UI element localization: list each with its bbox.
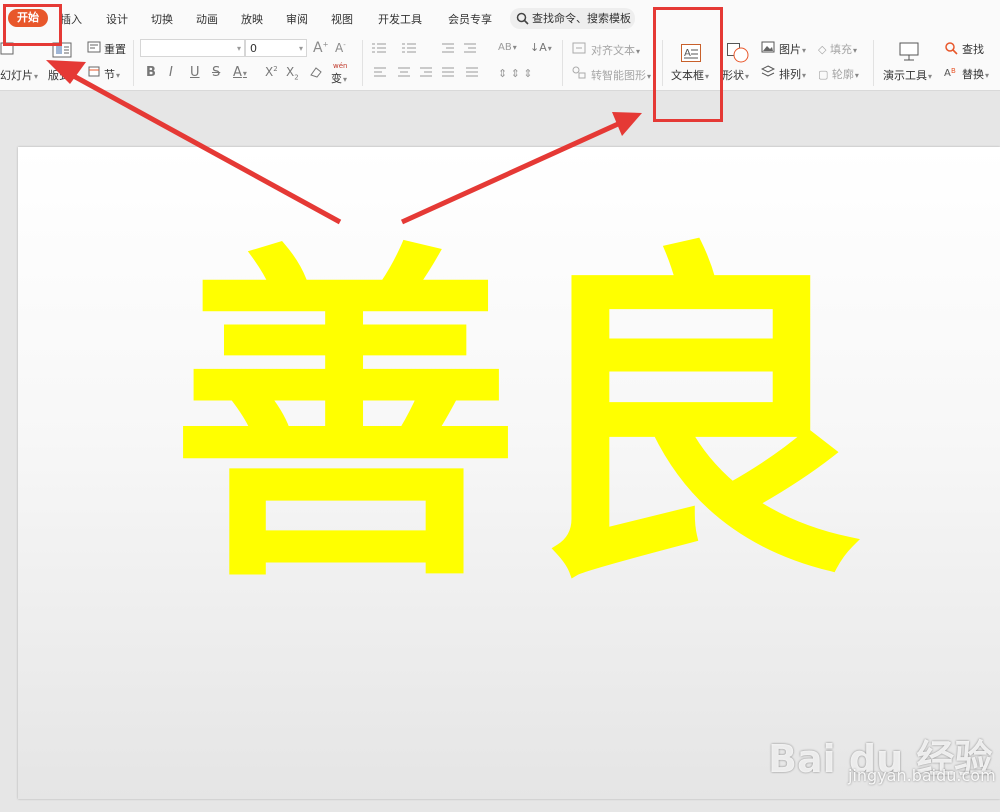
baidu-watermark-url: jingyan.baidu.com [848, 766, 996, 785]
annotation-arrows [46, 60, 642, 225]
arrow-to-textbox [400, 112, 642, 225]
arrow-to-home [46, 60, 342, 225]
